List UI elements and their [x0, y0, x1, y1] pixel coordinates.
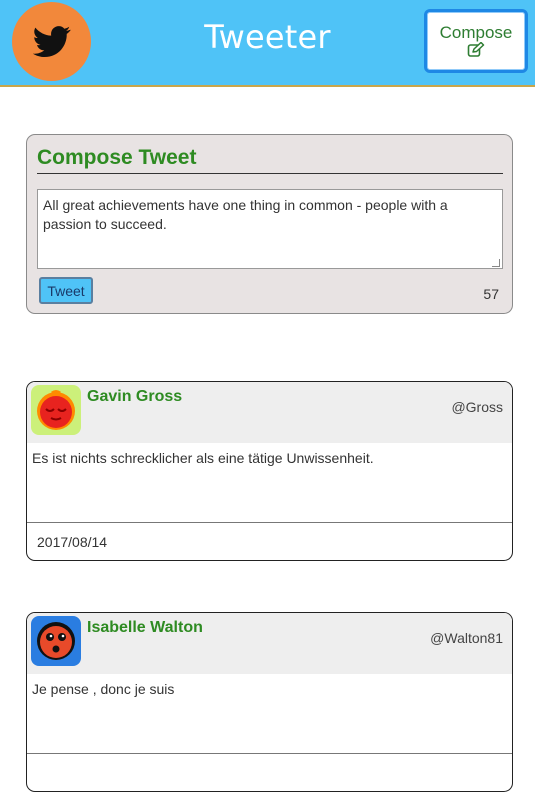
tweet-card: Gavin Gross @Gross Es ist nichts schreck… [26, 381, 513, 561]
tweet-footer: 2017/08/14 [27, 522, 512, 550]
compose-button-label: Compose [439, 23, 513, 42]
compose-button[interactable]: Compose [424, 9, 528, 73]
author-name: Gavin Gross [87, 388, 183, 405]
edit-icon [467, 42, 485, 57]
tweet-date: 2017/08/14 [37, 534, 108, 550]
avatar [31, 616, 81, 666]
compose-title: Compose Tweet [37, 146, 503, 174]
tweet-button[interactable]: Tweet [39, 277, 93, 304]
author-handle: @Walton81 [430, 630, 503, 646]
tweet-header: Gavin Gross @Gross [27, 382, 512, 443]
char-counter: 57 [483, 286, 499, 302]
compose-panel: Compose Tweet All great achievements hav… [26, 134, 513, 314]
tweet-footer [27, 753, 512, 765]
surprised-face-avatar-icon [37, 622, 75, 660]
author-name: Isabelle Walton [87, 619, 203, 636]
tweet-text: Je pense , donc je suis [32, 681, 175, 697]
top-bar: Tweeter Compose [0, 0, 535, 87]
avatar [31, 385, 81, 435]
tweet-text: Es ist nichts schrecklicher als eine tät… [32, 450, 374, 466]
tweet-header: Isabelle Walton @Walton81 [27, 613, 512, 674]
sleepy-face-avatar-icon [37, 390, 75, 430]
tweet-card: Isabelle Walton @Walton81 Je pense , don… [26, 612, 513, 792]
author-handle: @Gross [451, 399, 503, 415]
tweet-textarea[interactable]: All great achievements have one thing in… [37, 189, 503, 269]
resize-handle[interactable] [492, 259, 500, 267]
